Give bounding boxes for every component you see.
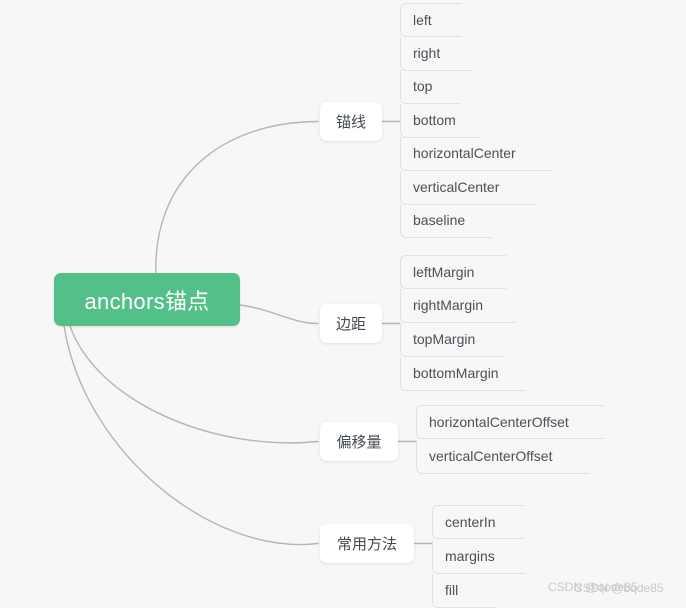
mindmap-canvas: anchors锚点 锚线 left right top bottom horizontal… [0,0,686,608]
leaf-node[interactable]: horizontalCenter [400,137,552,171]
leaf-node[interactable]: fill [432,574,496,608]
branch-node-label: 边距 [335,316,366,333]
leaf-node-label: baseline [413,212,466,228]
root-node[interactable]: anchors锚点 [54,273,240,326]
leaf-node-label: leftMargin [413,263,475,280]
leaf-node[interactable]: verticalCenter [400,170,536,205]
leaf-node[interactable]: baseline [400,204,492,238]
leaf-node-label: verticalCenterOffset [429,447,553,464]
leaf-node-label: margins [445,547,495,564]
branch-node-4[interactable]: 常用方法 [320,524,414,563]
leaf-node[interactable]: right [400,36,472,71]
leaf-node[interactable]: bottom [400,103,480,138]
branch-node-1[interactable]: 锚线 [320,102,382,141]
leaf-node[interactable]: centerIn [432,505,524,539]
leaf-node-label: bottom [413,111,456,128]
leaf-node-label: bottomMargin [413,365,499,381]
leaf-node[interactable]: bottomMargin [400,357,526,391]
branch-node-3[interactable]: 偏移量 [320,422,398,461]
branch-node-label: 偏移量 [336,434,382,451]
leaf-node[interactable]: leftMargin [400,255,506,289]
leaf-node[interactable]: top [400,70,460,104]
leaf-node-label: centerIn [445,513,496,530]
leaf-node[interactable]: margins [432,539,526,574]
leaf-node[interactable]: horizontalCenterOffset [416,405,604,439]
leaf-node[interactable]: left [400,3,462,37]
leaf-node-label: fill [445,582,459,598]
leaf-node-label: rightMargin [413,297,484,313]
leaf-node-label: horizontalCenter [413,145,516,161]
branch-node-2[interactable]: 边距 [320,304,382,343]
leaf-node-label: horizontalCenterOffset [429,413,569,430]
leaf-node-label: topMargin [413,331,476,347]
branch-node-label: 锚线 [335,114,366,131]
root-node-label: anchors锚点 [84,288,210,314]
branch-node-label: 常用方法 [336,536,397,553]
leaf-node-label: right [413,44,441,61]
leaf-node[interactable]: rightMargin [400,289,516,323]
leaf-node[interactable]: topMargin [400,323,504,357]
leaf-node[interactable]: verticalCenterOffset [416,439,590,474]
leaf-node-label: top [413,78,433,94]
leaf-node-label: verticalCenter [413,178,500,195]
leaf-node-label: left [413,11,432,28]
watermark-secondary: CSDN @bqde85 [574,581,664,595]
